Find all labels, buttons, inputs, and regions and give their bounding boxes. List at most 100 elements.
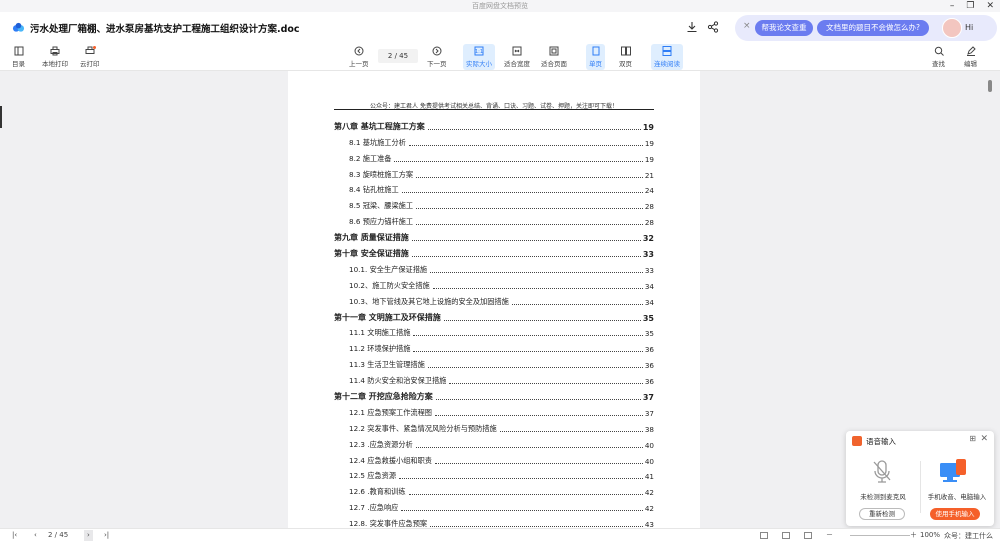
next-page-icon <box>432 46 442 56</box>
vertical-scrollbar-thumb[interactable] <box>988 80 992 92</box>
toc-row[interactable]: 12.2 突发事件、紧急情况风险分析与预防措施 38 <box>334 419 654 435</box>
toc-row[interactable]: 8.5 冠梁、腰梁施工 28 <box>334 196 654 212</box>
share-icon[interactable] <box>707 21 719 33</box>
fit-width-button[interactable]: 适合宽度 <box>504 46 530 68</box>
toc-row[interactable]: 11.3 生活卫生管理措施 36 <box>334 355 654 371</box>
recheck-button[interactable]: 重新检测 <box>859 508 905 520</box>
next-page-small-icon[interactable]: › <box>84 530 93 541</box>
toc-entry-label: 12.4 应急救援小组和职责 <box>349 455 432 465</box>
toc-row[interactable]: 第十章 安全保证措施 33 <box>334 244 654 260</box>
assistant-greeting[interactable]: Hi <box>965 23 973 32</box>
toc-page-number: 40 <box>644 440 654 450</box>
toc-page-number: 24 <box>644 186 654 196</box>
toc-leader-dots <box>416 208 643 210</box>
double-page-button[interactable]: 双页 <box>619 46 632 68</box>
toc-entry-label: 10.3、地下管线及其它地上设施的安全及加固措施 <box>349 296 509 306</box>
toc-row[interactable]: 12.3 .应急资源分析 40 <box>334 435 654 451</box>
toc-leader-dots <box>411 256 641 258</box>
toc-row[interactable]: 第八章 基坑工程施工方案 19 <box>334 117 654 133</box>
toc-page-number: 38 <box>644 424 654 434</box>
prev-page-icon <box>354 46 364 56</box>
toc-row[interactable]: 12.8. 突发事件应急预案 43 <box>334 514 654 528</box>
grid-icon[interactable]: ⊞ <box>969 434 976 443</box>
search-label: 查找 <box>932 60 945 68</box>
next-page-button[interactable]: 下一页 <box>427 46 447 68</box>
catalog-button[interactable]: 目录 <box>12 46 25 68</box>
toc-entry-label: 10.2、施工防火安全措施 <box>349 280 430 290</box>
edit-button[interactable]: 编辑 <box>964 46 977 68</box>
single-page-button[interactable]: 单页 <box>586 44 605 70</box>
toc-row[interactable]: 8.4 钻孔桩施工 24 <box>334 181 654 197</box>
minimize-icon[interactable]: – <box>950 0 955 12</box>
search-button[interactable]: 查找 <box>932 46 945 68</box>
continuous-reading-label: 连续阅读 <box>654 60 680 68</box>
sidebar-collapse-handle[interactable] <box>0 106 2 128</box>
view-mode-icon[interactable] <box>760 532 768 539</box>
toc-row[interactable]: 11.1 文明施工措施 35 <box>334 324 654 340</box>
toc-row[interactable]: 11.4 防火安全和治安保卫措施 36 <box>334 371 654 387</box>
toc-row[interactable]: 8.3 旋喷桩施工方案 21 <box>334 165 654 181</box>
prev-page-button[interactable]: 上一页 <box>349 46 369 68</box>
actual-size-icon: 1:1 <box>474 46 484 56</box>
fit-page-button[interactable]: 适合页面 <box>541 46 567 68</box>
view-mode-alt-icon[interactable] <box>782 532 790 539</box>
voice-panel-close-icon[interactable]: ✕ <box>980 434 988 444</box>
toc-row[interactable]: 10.2、施工防火安全措施 34 <box>334 276 654 292</box>
page-number-input[interactable]: 2 / 45 <box>378 49 418 63</box>
toc-row[interactable]: 11.2 环境保护措施 36 <box>334 339 654 355</box>
toc-row[interactable]: 12.7 .应急响应 42 <box>334 498 654 514</box>
toc-row[interactable]: 12.1 应急预案工作流程图 37 <box>334 403 654 419</box>
toc-entry-label: 第八章 基坑工程施工方案 <box>334 121 425 131</box>
toc-row[interactable]: 第十二章 开挖应急抢险方案 37 <box>334 387 654 403</box>
cloud-print-label: 云打印 <box>80 60 100 68</box>
toc-row[interactable]: 12.6 .教育和训练 42 <box>334 482 654 498</box>
toc-row[interactable]: 12.5 应急资源 41 <box>334 467 654 483</box>
fit-width-label: 适合宽度 <box>504 60 530 68</box>
toc-leader-dots <box>435 399 641 401</box>
actual-size-button[interactable]: 1:1 实际大小 <box>463 44 495 70</box>
continuous-reading-button[interactable]: 连续阅读 <box>651 44 683 70</box>
assistant-avatar[interactable] <box>942 18 962 38</box>
view-mode-third-icon[interactable] <box>804 532 812 539</box>
toc-row[interactable]: 8.2 施工准备 19 <box>334 149 654 165</box>
zoom-in-icon[interactable]: ＋ <box>910 530 917 541</box>
double-page-icon <box>620 46 631 56</box>
zoom-out-icon[interactable]: － <box>826 530 833 541</box>
toc-entry-label: 11.2 环境保护措施 <box>349 344 411 354</box>
cloud-print-button[interactable]: 云打印 <box>80 46 100 68</box>
toc-page-number: 43 <box>644 520 654 528</box>
toc-row[interactable]: 8.6 预应力锚杆施工 28 <box>334 212 654 228</box>
viewer-toolbar: 目录 本地打印 云打印 上一页 下一页 1:1 实际大小 适合宽度 适合页面 单… <box>0 44 1000 71</box>
toc-entry-label: 12.1 应急预案工作流程图 <box>349 407 432 417</box>
continuous-reading-icon <box>662 46 672 56</box>
edit-icon <box>966 46 976 56</box>
use-phone-input-button[interactable]: 使用手机输入 <box>930 508 980 520</box>
toc-leader-dots <box>427 128 641 130</box>
restore-icon[interactable]: ❐ <box>966 0 974 12</box>
close-icon[interactable]: ✕ <box>986 0 994 12</box>
catalog-label: 目录 <box>12 60 25 68</box>
toc-page-number: 34 <box>644 281 654 291</box>
toc-row[interactable]: 第十一章 文明施工及环保措施 35 <box>334 308 654 324</box>
toc-row[interactable]: 10.3、地下管线及其它地上设施的安全及加固措施 34 <box>334 292 654 308</box>
status-page-indicator[interactable]: 2 / 45 <box>48 530 68 541</box>
toc-leader-dots <box>434 462 643 464</box>
last-page-icon[interactable]: ›| <box>104 530 109 541</box>
ai-bar-close-icon[interactable]: × <box>743 21 751 31</box>
ai-pill-plagiarism-check[interactable]: 帮我论文查重 <box>755 20 813 36</box>
download-icon[interactable] <box>686 21 698 33</box>
toc-row[interactable]: 8.1 基坑施工分析 19 <box>334 133 654 149</box>
first-page-icon[interactable]: |‹ <box>12 530 17 541</box>
toc-row[interactable]: 12.4 应急救援小组和职责 40 <box>334 451 654 467</box>
voice-panel-divider <box>920 461 921 513</box>
toc-row[interactable]: 10.1. 安全生产保证措施 33 <box>334 260 654 276</box>
ai-pill-homework-help[interactable]: 文档里的题目不会做怎么办? <box>817 20 929 36</box>
local-print-button[interactable]: 本地打印 <box>42 46 68 68</box>
prev-page-small-icon[interactable]: ‹ <box>34 530 37 541</box>
toc-leader-dots <box>394 160 643 162</box>
zoom-slider[interactable] <box>850 535 910 536</box>
toc-page-number: 35 <box>644 329 654 339</box>
catalog-icon <box>14 46 23 56</box>
toc-leader-dots <box>449 383 643 385</box>
toc-row[interactable]: 第九章 质量保证措施 32 <box>334 228 654 244</box>
